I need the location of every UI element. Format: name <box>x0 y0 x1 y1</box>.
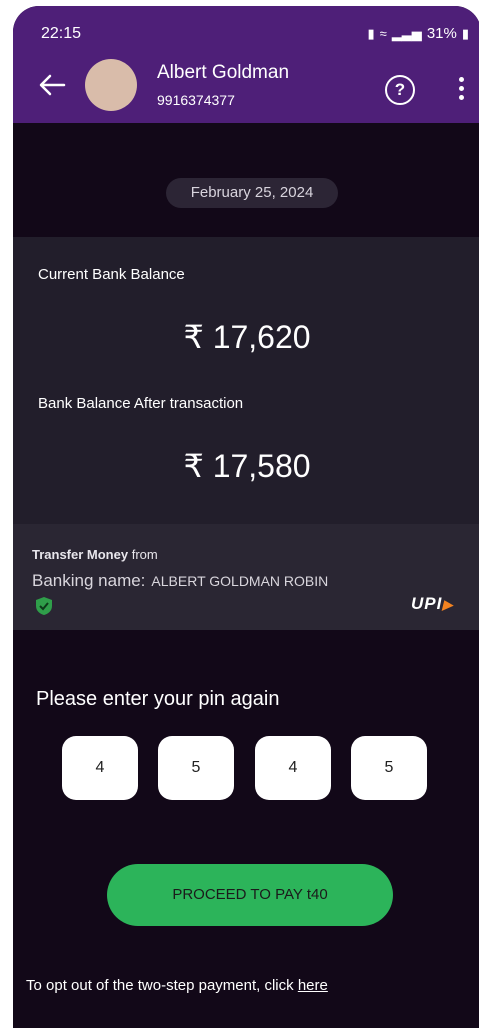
current-balance-label: Current Bank Balance <box>38 266 185 283</box>
after-balance-label: Bank Balance After transaction <box>38 395 244 412</box>
pin-digit-4[interactable]: 5 <box>351 736 427 800</box>
status-icons: ▮ ≈ ▂▃▅ 31% ▮ <box>368 25 469 42</box>
pin-digit-2[interactable]: 5 <box>158 736 234 800</box>
verified-shield-icon <box>35 596 53 616</box>
more-options-icon[interactable] <box>451 75 471 103</box>
optout-link[interactable]: here <box>298 977 328 994</box>
upi-logo-text: UPI <box>411 594 443 613</box>
contact-name[interactable]: Albert Goldman <box>157 62 289 84</box>
signal-icon: ▂▃▅ <box>391 25 422 41</box>
transfer-card: Transfer Money from Banking name: ALBERT … <box>13 524 479 630</box>
back-arrow-icon[interactable] <box>37 70 67 100</box>
avatar[interactable] <box>85 59 137 111</box>
banking-name-line: Banking name: ALBERT GOLDMAN ROBIN <box>32 571 328 591</box>
banking-name-label: Banking name: <box>32 571 146 590</box>
pin-digit-3[interactable]: 4 <box>255 736 331 800</box>
wifi-icon: ≈ <box>379 26 387 41</box>
chat-header: 22:15 ▮ ≈ ▂▃▅ 31% ▮ Albert Goldman 99163… <box>13 6 479 123</box>
status-time: 22:15 <box>41 25 82 42</box>
transfer-title: Transfer Money <box>32 547 129 562</box>
date-chip: February 25, 2024 <box>166 178 338 208</box>
lock-icon: ▮ <box>367 25 375 41</box>
optout-message: To opt out of the two-step payment, clic… <box>26 977 294 994</box>
transfer-from-line: Transfer Money from <box>32 547 158 562</box>
contact-phone: 9916374377 <box>157 92 235 108</box>
pin-prompt: Please enter your pin again <box>36 688 280 710</box>
battery-icon: ▮ <box>461 25 469 41</box>
battery-level: 31% <box>426 25 457 42</box>
banking-name-value: ALBERT GOLDMAN ROBIN <box>151 573 329 589</box>
balance-card: Current Bank Balance ₹ 17,620 Bank Balan… <box>13 237 479 524</box>
pin-digit-1[interactable]: 4 <box>62 736 138 800</box>
upi-logo: UPI▶ <box>411 594 453 614</box>
proceed-to-pay-button[interactable]: PROCEED TO PAY t40 <box>107 864 393 926</box>
help-icon[interactable]: ? <box>385 75 415 105</box>
phone-screen: 22:15 ▮ ≈ ▂▃▅ 31% ▮ Albert Goldman 99163… <box>13 6 479 1028</box>
transfer-from-word: from <box>131 547 158 562</box>
upi-arrow-icon: ▶ <box>442 597 454 612</box>
current-balance-value: ₹ 17,620 <box>183 319 311 355</box>
optout-text: To opt out of the two-step payment, clic… <box>26 977 328 994</box>
after-balance-value: ₹ 17,580 <box>183 448 311 484</box>
